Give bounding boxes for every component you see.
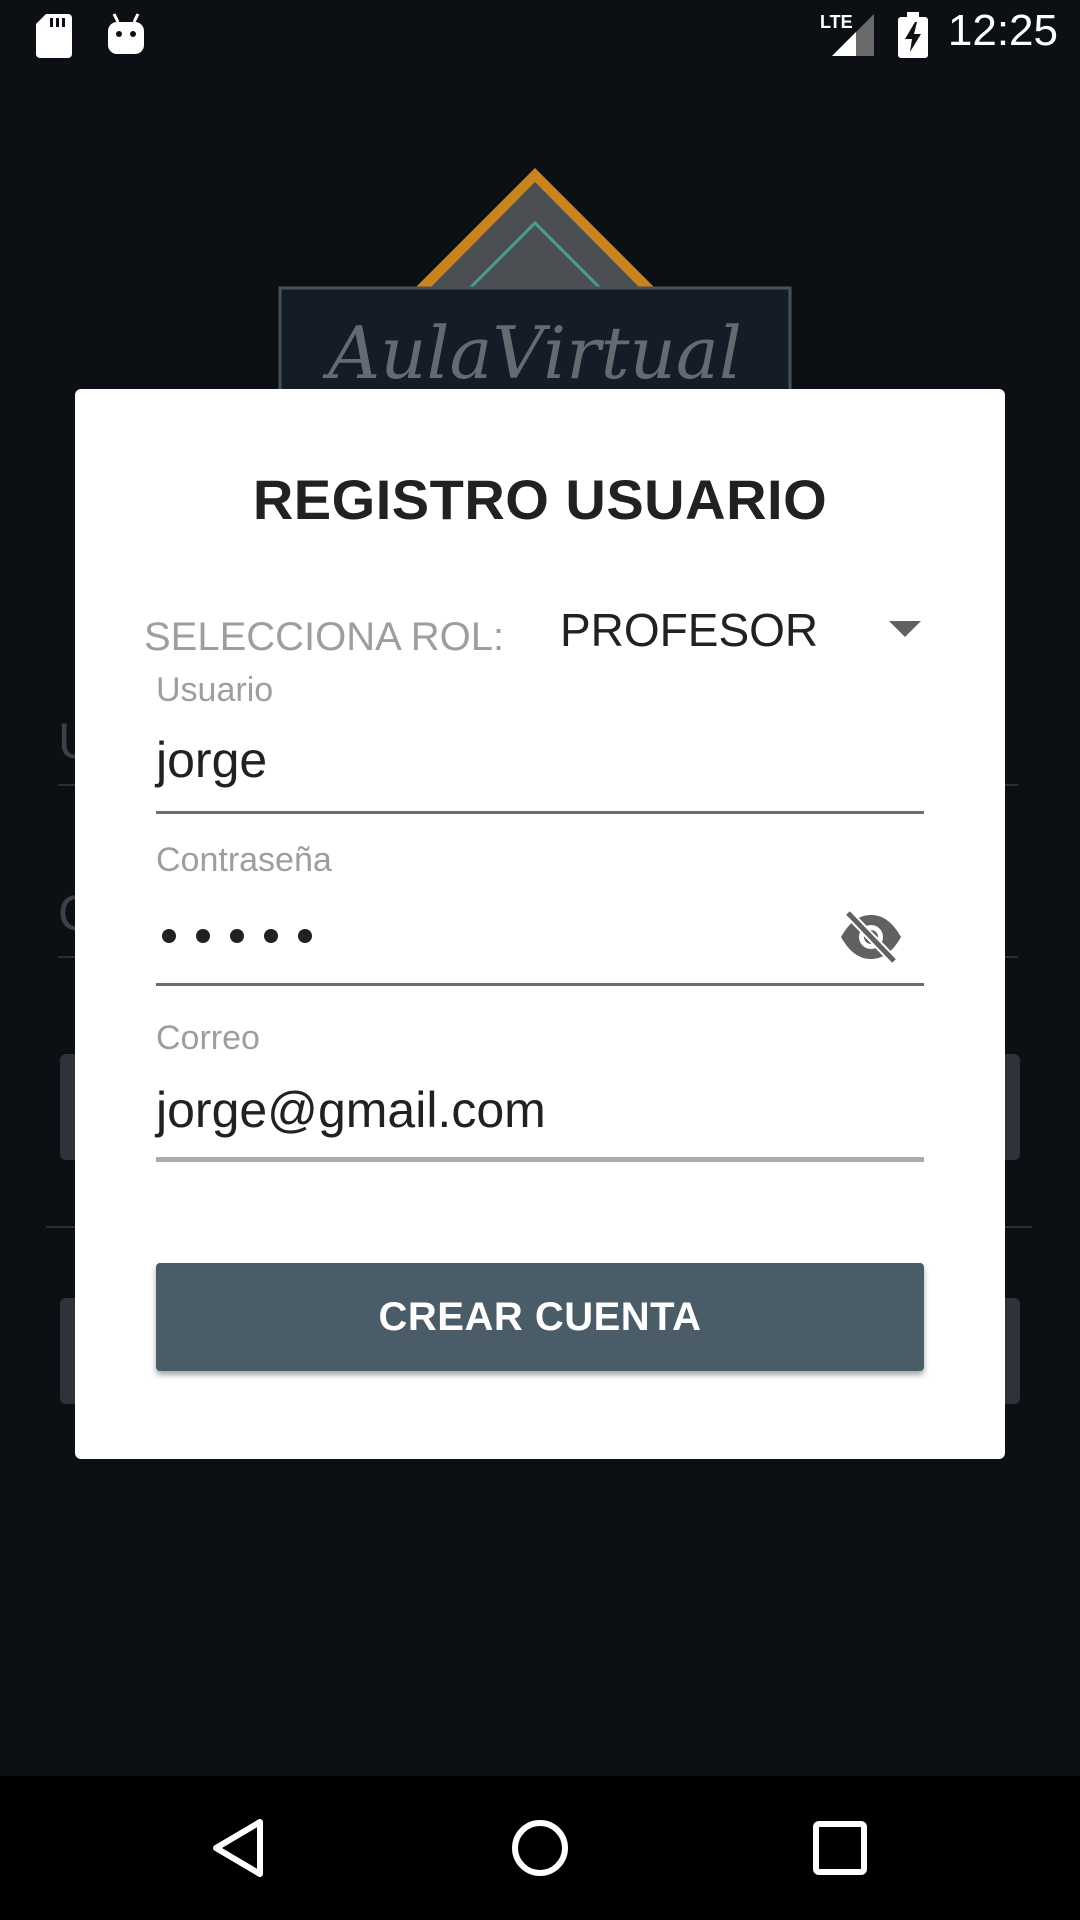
recents-icon[interactable]	[798, 1806, 882, 1890]
dropdown-caret-icon	[889, 621, 921, 637]
role-selected-value: PROFESOR	[560, 604, 819, 656]
logo-text: AulaVirtual	[322, 311, 742, 395]
status-time: 12:25	[947, 6, 1058, 55]
usuario-field: Usuario jorge	[156, 671, 924, 814]
back-icon[interactable]	[198, 1806, 282, 1890]
create-account-button[interactable]: CREAR CUENTA	[156, 1263, 924, 1371]
password-underline	[156, 983, 924, 986]
correo-input[interactable]: jorge@gmail.com	[156, 1081, 924, 1139]
correo-field: Correo jorge@gmail.com	[156, 1019, 924, 1169]
password-field: Contraseña	[156, 841, 924, 991]
app-logo: AulaVirtual	[278, 168, 792, 398]
register-dialog: REGISTRO USUARIO SELECCIONA ROL: PROFESO…	[75, 389, 1005, 1459]
navigation-bar	[0, 1776, 1080, 1920]
sd-card-icon	[36, 14, 72, 58]
home-icon[interactable]	[498, 1806, 582, 1890]
password-label: Contraseña	[156, 841, 332, 879]
battery-charging-icon	[898, 12, 928, 58]
usuario-underline	[156, 811, 924, 814]
correo-label: Correo	[156, 1019, 260, 1057]
password-dot	[230, 929, 244, 943]
correo-underline	[156, 1157, 924, 1162]
role-label: SELECCIONA ROL:	[144, 615, 505, 659]
usuario-input[interactable]: jorge	[156, 731, 924, 789]
dialog-title: REGISTRO USUARIO	[252, 468, 828, 531]
password-dot	[162, 929, 176, 943]
password-dot	[196, 929, 210, 943]
password-mask	[162, 921, 312, 951]
android-icon	[108, 13, 144, 54]
signal-icon	[832, 14, 874, 56]
usuario-label: Usuario	[156, 671, 274, 709]
password-input[interactable]	[156, 921, 924, 955]
visibility-off-icon[interactable]	[838, 909, 904, 965]
password-dot	[298, 929, 312, 943]
password-dot	[264, 929, 278, 943]
status-bar: LTE 12:25	[0, 0, 1080, 72]
